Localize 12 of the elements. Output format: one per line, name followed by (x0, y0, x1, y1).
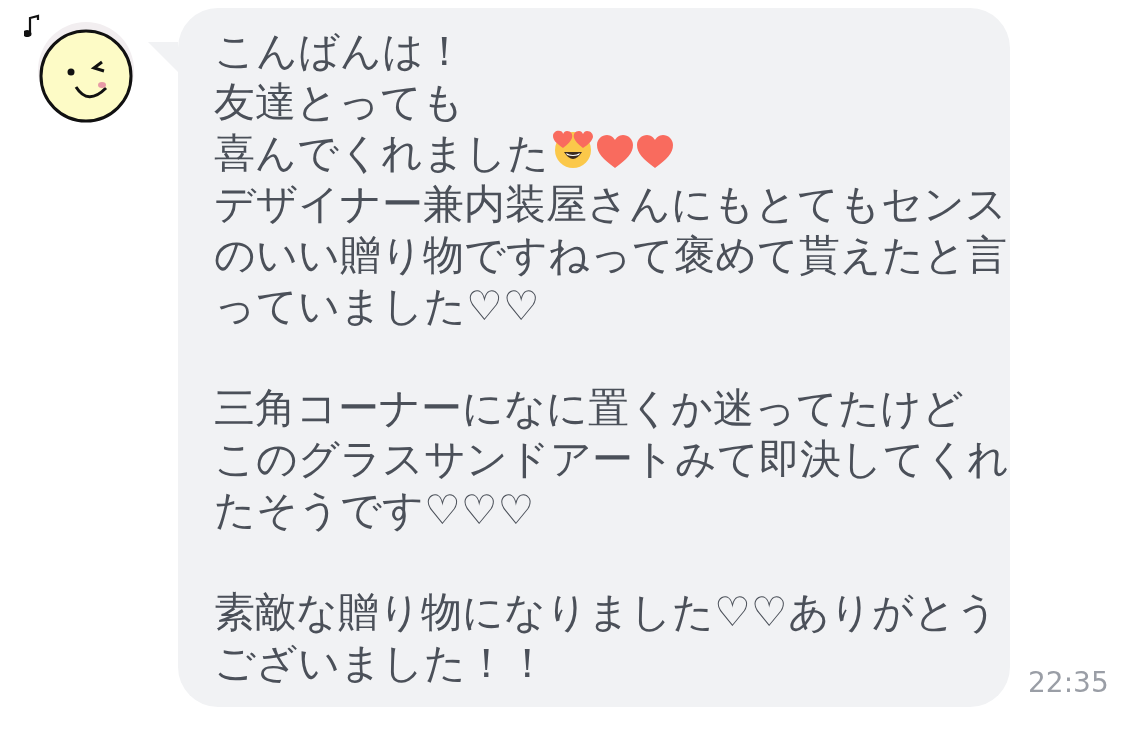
message-line: ございました！！ (214, 638, 548, 689)
message-line: っていました♡♡ (214, 281, 540, 332)
message-line: のいい贈り物ですねって褒めて貰えたと言 (214, 230, 1007, 281)
message-line: 三角コーナーになに置くか迷ってたけど (214, 383, 964, 434)
message-line: こんばんは！ (214, 26, 465, 77)
message-line: 喜んでくれました (214, 128, 549, 179)
message-line: たそうです♡♡♡ (214, 485, 535, 536)
message-line: このグラスサンドアートみて即決してくれ (214, 434, 1009, 485)
message-line: デザイナー兼内装屋さんにもとてもセンス (214, 179, 1007, 230)
message-line: 友達とっても (214, 77, 464, 128)
message-time: 22:35 (1028, 666, 1109, 699)
message-line: 素敵な贈り物になりました♡♡ありがとう (214, 587, 998, 638)
